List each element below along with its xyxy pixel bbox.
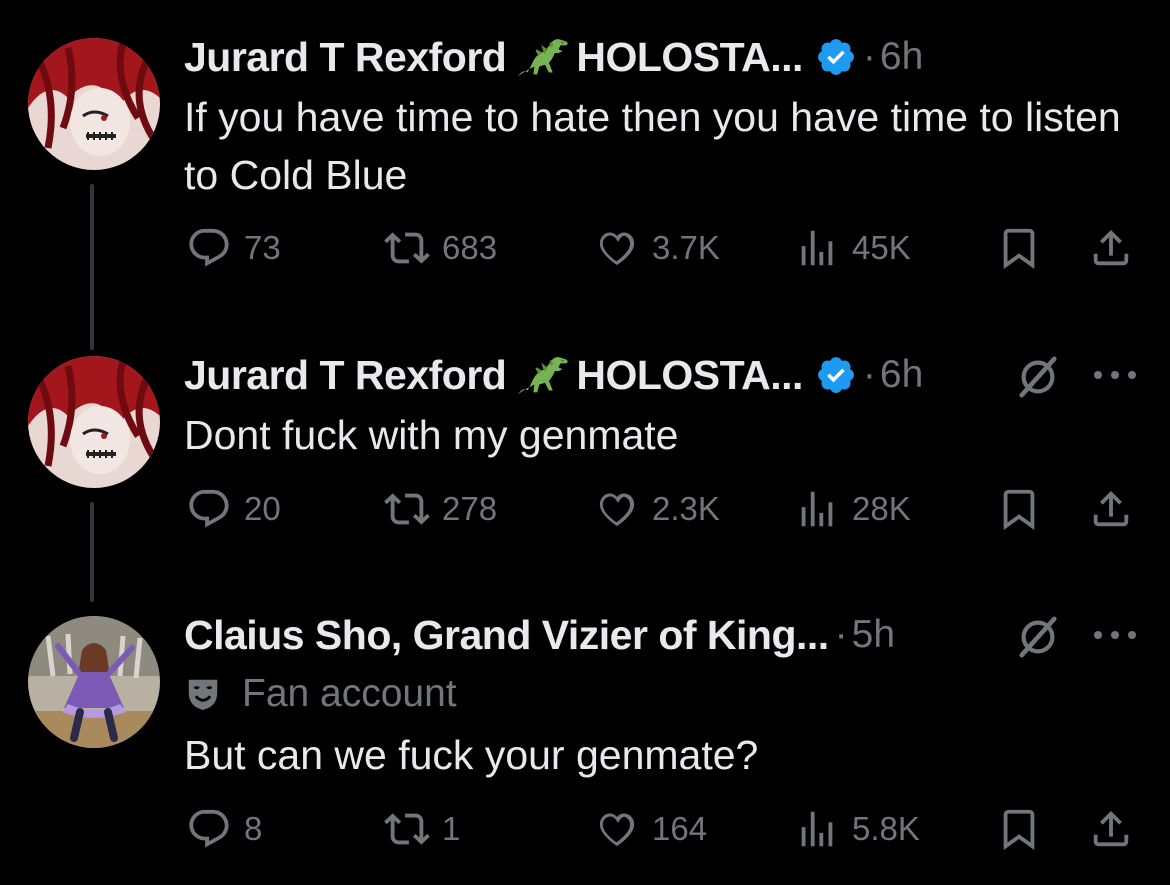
views-count: 5.8K xyxy=(852,810,920,847)
repost-icon xyxy=(384,806,430,852)
views-button[interactable]: 45K xyxy=(794,225,911,271)
timestamp[interactable]: 5h xyxy=(852,613,895,656)
reply-count: 8 xyxy=(244,810,263,847)
fan-account-text: Fan account xyxy=(242,672,457,715)
grok-icon[interactable] xyxy=(1015,354,1061,400)
more-icon[interactable] xyxy=(1090,625,1140,645)
reply-icon xyxy=(186,486,232,532)
reply-count: 20 xyxy=(244,490,281,527)
repost-icon xyxy=(384,486,430,532)
tweet-text: If you have time to hate then you have t… xyxy=(184,94,1121,198)
reply-button[interactable]: 73 xyxy=(186,225,281,271)
repost-button[interactable]: 278 xyxy=(384,486,497,532)
fan-mask-icon xyxy=(184,675,222,713)
dinosaur-emoji-icon xyxy=(516,351,574,399)
bookmark-icon xyxy=(996,486,1042,532)
like-button[interactable]: 2.3K xyxy=(594,486,720,532)
bookmark-icon xyxy=(996,806,1042,852)
grok-icon[interactable] xyxy=(1015,614,1061,660)
fan-account-label: Fan account xyxy=(184,672,457,716)
dinosaur-emoji-icon xyxy=(516,33,574,81)
separator-dot: · xyxy=(862,353,876,396)
avatar[interactable] xyxy=(28,356,160,488)
share-button[interactable] xyxy=(1088,225,1146,271)
views-icon xyxy=(794,225,840,271)
repost-icon xyxy=(384,225,430,271)
bookmark-button[interactable] xyxy=(996,806,1054,852)
views-icon xyxy=(794,486,840,532)
like-icon xyxy=(594,225,640,271)
views-icon xyxy=(794,806,840,852)
tweet-3[interactable]: Claius Sho, Grand Vizier of King... · 5h … xyxy=(0,600,1170,885)
repost-button[interactable]: 683 xyxy=(384,225,497,271)
reply-count: 73 xyxy=(244,229,281,266)
repost-button[interactable]: 1 xyxy=(384,806,460,852)
author-name[interactable]: Claius Sho, Grand Vizier of King... xyxy=(184,612,829,659)
reply-icon xyxy=(186,806,232,852)
avatar[interactable] xyxy=(28,38,160,170)
tweet-header: Jurard T Rexford HOLOSTA... · 6h xyxy=(184,32,923,82)
author-name-suffix[interactable]: HOLOSTA... xyxy=(576,352,803,399)
verified-icon[interactable] xyxy=(815,354,857,396)
reply-icon xyxy=(186,225,232,271)
timestamp[interactable]: 6h xyxy=(880,35,923,78)
like-button[interactable]: 3.7K xyxy=(594,225,720,271)
share-icon xyxy=(1088,486,1134,532)
bookmark-button[interactable] xyxy=(996,486,1054,532)
reply-button[interactable]: 8 xyxy=(186,806,262,852)
separator-dot: · xyxy=(834,613,848,656)
repost-count: 1 xyxy=(442,810,461,847)
tweet-2[interactable]: Jurard T Rexford HOLOSTA... · 6h Dont fuc… xyxy=(0,336,1170,602)
views-button[interactable]: 5.8K xyxy=(794,806,920,852)
like-count: 3.7K xyxy=(652,229,720,266)
like-button[interactable]: 164 xyxy=(594,806,707,852)
share-icon xyxy=(1088,806,1134,852)
action-bar: 8 1 164 5.8K xyxy=(0,806,1170,862)
like-icon xyxy=(594,806,640,852)
views-count: 45K xyxy=(852,229,911,266)
timestamp[interactable]: 6h xyxy=(880,353,923,396)
like-count: 164 xyxy=(652,810,708,847)
author-name[interactable]: Jurard T Rexford xyxy=(184,34,507,81)
action-bar: 73 683 3.7K 45K xyxy=(0,225,1170,281)
share-button[interactable] xyxy=(1088,486,1146,532)
share-icon xyxy=(1088,225,1134,271)
thread-line-top xyxy=(90,336,94,350)
bookmark-button[interactable] xyxy=(996,225,1054,271)
separator-dot: · xyxy=(862,35,876,78)
tweet-1[interactable]: Jurard T Rexford HOLOSTA... · 6h If you h… xyxy=(0,0,1170,344)
tweet-text: Dont fuck with my genmate xyxy=(184,412,679,458)
author-name-suffix[interactable]: HOLOSTA... xyxy=(576,34,803,81)
author-name[interactable]: Jurard T Rexford xyxy=(184,352,507,399)
views-button[interactable]: 28K xyxy=(794,486,911,532)
share-button[interactable] xyxy=(1088,806,1146,852)
action-bar: 20 278 2.3K 28K xyxy=(0,486,1170,542)
repost-count: 683 xyxy=(442,229,498,266)
verified-icon[interactable] xyxy=(815,36,857,78)
tweet-text: But can we fuck your genmate? xyxy=(184,732,759,778)
bookmark-icon xyxy=(996,225,1042,271)
more-icon[interactable] xyxy=(1090,365,1140,385)
like-count: 2.3K xyxy=(652,490,720,527)
repost-count: 278 xyxy=(442,490,498,527)
like-icon xyxy=(594,486,640,532)
tweet-header: Jurard T Rexford HOLOSTA... · 6h xyxy=(184,350,923,400)
avatar[interactable] xyxy=(28,616,160,748)
views-count: 28K xyxy=(852,490,911,527)
reply-button[interactable]: 20 xyxy=(186,486,281,532)
tweet-header: Claius Sho, Grand Vizier of King... · 5h xyxy=(184,610,895,660)
